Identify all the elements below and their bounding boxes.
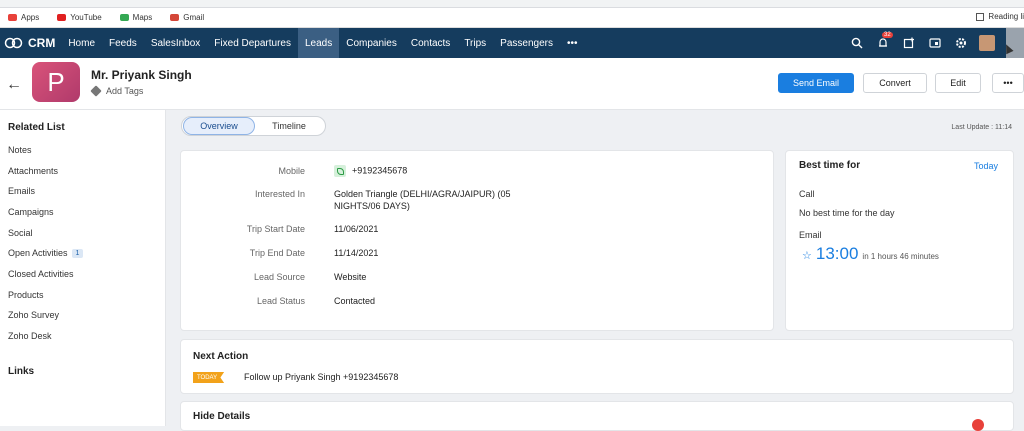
user-profile-button[interactable]	[974, 28, 1000, 58]
today-tag: TODAY	[193, 372, 225, 383]
user-avatar	[979, 35, 995, 51]
field-value-mobile[interactable]: +9192345678	[334, 165, 407, 177]
best-time-email-label: Email	[799, 230, 822, 240]
field-value-trip-end-date[interactable]: 11/14/2021	[334, 248, 378, 258]
best-time-title: Best time for	[799, 160, 861, 171]
notifications-button[interactable]: 32	[870, 28, 896, 58]
best-time-today-link[interactable]: Today	[974, 161, 998, 171]
send-email-button[interactable]: Send Email	[778, 73, 854, 93]
star-icon: ☆	[802, 250, 812, 262]
best-time-clock: 13:00	[815, 244, 859, 263]
add-calendar-button[interactable]	[896, 28, 922, 58]
best-time-card	[785, 150, 1014, 331]
field-label-mobile: Mobile	[278, 166, 305, 176]
next-action-title: Next Action	[193, 351, 249, 362]
hide-details-toggle[interactable]: Hide Details	[193, 411, 250, 422]
field-label-lead-source: Lead Source	[253, 272, 305, 282]
edit-button[interactable]: Edit	[935, 73, 981, 93]
field-value-interested-in-line2[interactable]: NIGHTS/06 DAYS)	[334, 201, 410, 211]
field-label-trip-start-date: Trip Start Date	[246, 224, 305, 234]
search-icon	[851, 37, 863, 49]
search-button[interactable]	[844, 28, 870, 58]
screen-button[interactable]	[922, 28, 948, 58]
best-time-call-value: No best time for the day	[799, 208, 895, 218]
convert-button[interactable]: Convert	[863, 73, 927, 93]
last-update-text: Last Update : 11:14	[951, 124, 1012, 131]
calendar-add-icon	[903, 37, 914, 49]
hide-details-card	[180, 401, 1014, 431]
nav-companies[interactable]: Companies	[339, 28, 404, 58]
next-action-card	[180, 339, 1014, 394]
field-label-lead-status: Lead Status	[256, 296, 305, 306]
nav-contacts[interactable]: Contacts	[404, 28, 457, 58]
more-actions-button[interactable]: •••	[992, 73, 1024, 93]
settings-button[interactable]	[948, 28, 974, 58]
phone-icon[interactable]	[334, 165, 346, 177]
reading-list[interactable]: Reading li	[976, 12, 1024, 21]
gear-icon	[956, 38, 966, 48]
nav-trips[interactable]: Trips	[457, 28, 493, 58]
nav-more[interactable]: •••	[560, 28, 585, 58]
reading-list-icon	[976, 12, 985, 21]
field-value-trip-start-date[interactable]: 11/06/2021	[334, 224, 378, 234]
screen-icon	[929, 38, 941, 48]
bell-icon	[879, 38, 887, 47]
field-value-lead-status[interactable]: Contacted	[334, 296, 375, 306]
field-value-interested-in[interactable]: Golden Triangle (DELHI/AGRA/JAIPUR) (05	[334, 189, 511, 199]
nav-passengers[interactable]: Passengers	[493, 28, 560, 58]
nav-right-tools: 32	[844, 28, 1024, 58]
field-label-interested-in: Interested In	[254, 189, 305, 199]
notification-badge: 32	[882, 32, 893, 38]
field-label-trip-end-date: Trip End Date	[249, 248, 305, 258]
best-time-relative: in 1 hours 46 minutes	[862, 252, 939, 261]
next-action-text[interactable]: Follow up Priyank Singh +9192345678	[244, 372, 398, 382]
field-value-lead-source[interactable]: Website	[334, 272, 366, 282]
notification-dot-icon[interactable]	[972, 419, 984, 431]
best-time-email-value: ☆ 13:00 in 1 hours 46 minutes	[802, 244, 939, 264]
best-time-call-label: Call	[799, 189, 815, 199]
